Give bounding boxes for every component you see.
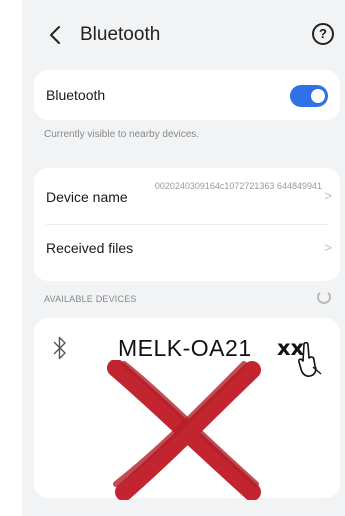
toggle-knob bbox=[311, 89, 325, 103]
available-devices-card: MELK-OA21 xx bbox=[34, 318, 340, 501]
device-name-value: 0020240309164c1072721363 644849941 bbox=[154, 181, 322, 191]
bluetooth-icon bbox=[52, 334, 68, 362]
bluetooth-toggle[interactable] bbox=[290, 85, 328, 107]
page-title: Bluetooth bbox=[80, 24, 161, 45]
available-devices-header: AVAILABLE DEVICES bbox=[44, 294, 137, 304]
chevron-right-icon: > bbox=[324, 188, 332, 203]
device-settings-card: Device name 0020240309164c1072721363 644… bbox=[34, 168, 340, 281]
settings-screen: Bluetooth ? Bluetooth Currently visible … bbox=[22, 0, 345, 516]
red-x-mark bbox=[104, 359, 264, 501]
scanning-spinner-icon bbox=[317, 290, 331, 304]
header: Bluetooth ? bbox=[22, 0, 345, 68]
hand-cursor-icon bbox=[296, 340, 326, 380]
chevron-right-icon: > bbox=[324, 240, 332, 255]
visibility-caption: Currently visible to nearby devices. bbox=[44, 129, 200, 140]
bluetooth-toggle-row[interactable]: Bluetooth bbox=[34, 70, 340, 120]
device-name: MELK-OA21 bbox=[118, 335, 252, 361]
received-files-label: Received files bbox=[46, 240, 134, 256]
divider bbox=[46, 224, 328, 225]
help-icon[interactable]: ? bbox=[312, 23, 334, 45]
bluetooth-label: Bluetooth bbox=[46, 87, 106, 103]
device-name-label: Device name bbox=[46, 189, 128, 205]
back-arrow-icon[interactable] bbox=[46, 24, 66, 46]
